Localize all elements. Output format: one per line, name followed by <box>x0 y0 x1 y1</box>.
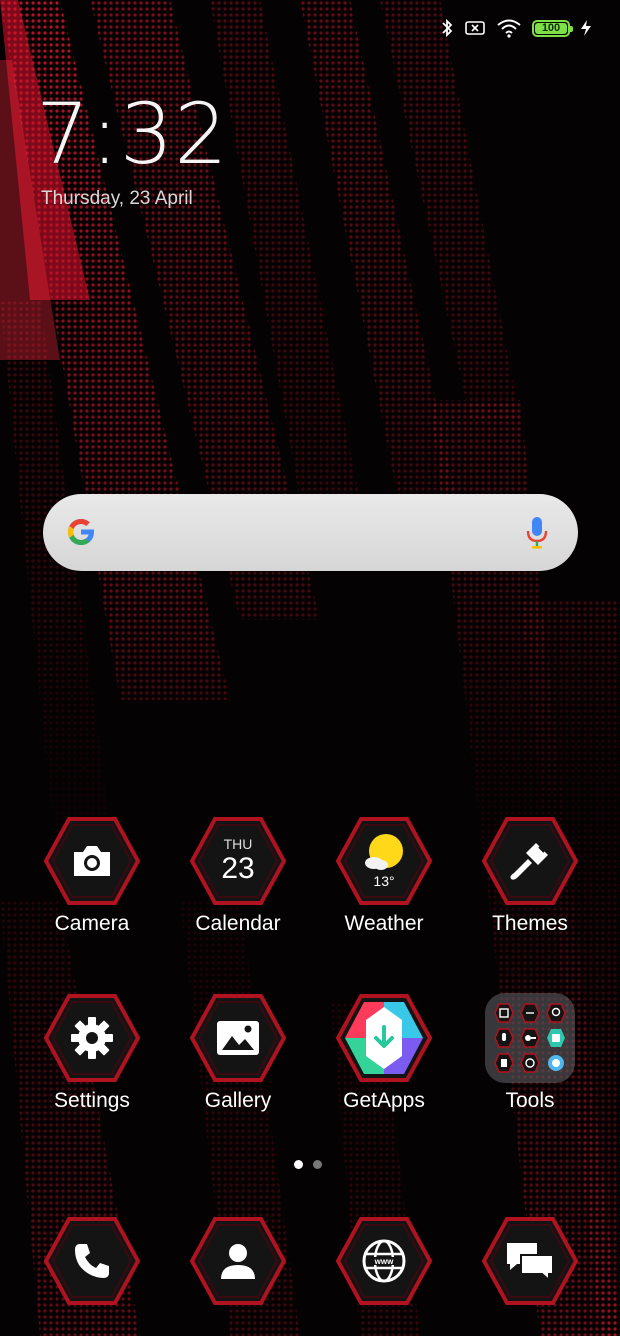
paintbrush-icon <box>482 816 578 906</box>
battery-level: 100 <box>541 21 561 34</box>
charging-icon <box>580 19 592 37</box>
gallery-image-icon <box>190 993 286 1083</box>
google-g-icon <box>63 514 99 555</box>
clock-date[interactable]: Thursday, 23 April <box>41 188 193 210</box>
recorder-icon <box>494 1028 514 1048</box>
contact-person-icon <box>190 1216 286 1306</box>
app-settings[interactable]: Settings <box>22 993 162 1113</box>
app-icon <box>547 1029 565 1047</box>
mic-icon[interactable] <box>526 515 548 556</box>
app-themes[interactable]: Themes <box>460 816 600 936</box>
app-weather[interactable]: 13° Weather <box>314 816 454 936</box>
messages-chat-icon <box>482 1216 578 1306</box>
page-dot <box>313 1160 322 1169</box>
svg-text:www: www <box>374 1257 394 1266</box>
app-label: Weather <box>344 912 424 935</box>
bluetooth-icon <box>440 18 454 38</box>
cleaner-icon <box>548 1055 564 1071</box>
folder-label: Tools <box>505 1089 555 1112</box>
gear-icon <box>44 993 140 1083</box>
camera-icon <box>44 816 140 906</box>
scanner-icon <box>494 1003 514 1023</box>
clock-time[interactable]: 7:32 <box>36 88 229 180</box>
wifi-icon <box>496 18 522 38</box>
app-label: GetApps <box>343 1089 425 1112</box>
app-label: Calendar <box>195 912 281 935</box>
calendar-day-number: 23 <box>221 852 255 885</box>
bulb-icon <box>546 1003 566 1023</box>
browser-globe-icon: www <box>336 1216 432 1306</box>
app-label: Gallery <box>204 1089 272 1112</box>
app-calendar[interactable]: THU 23 Calendar <box>168 816 308 936</box>
status-bar: 100 <box>440 14 592 42</box>
app-getapps[interactable]: GetApps <box>314 993 454 1113</box>
weather-sun-cloud-icon: 13° <box>336 816 432 906</box>
dock-messages[interactable] <box>460 1216 600 1306</box>
app-label: Camera <box>54 912 130 935</box>
compass-icon <box>520 1003 540 1023</box>
phone-icon <box>44 1216 140 1306</box>
page-dot-active <box>294 1160 303 1169</box>
toggle-icon <box>520 1028 540 1048</box>
battery-icon: 100 <box>532 19 573 37</box>
app-camera[interactable]: Camera <box>22 816 162 936</box>
folder-tools[interactable]: Tools <box>460 993 600 1113</box>
clock-icon <box>520 1053 540 1073</box>
dock-browser[interactable]: www <box>314 1216 454 1306</box>
page-indicator <box>294 1160 322 1169</box>
weather-temp: 13° <box>373 873 395 889</box>
notes-icon <box>494 1053 514 1073</box>
app-gallery[interactable]: Gallery <box>168 993 308 1113</box>
getapps-download-icon <box>336 993 432 1083</box>
google-search-bar[interactable] <box>43 494 578 571</box>
calendar-icon: THU 23 <box>190 816 286 906</box>
app-label: Settings <box>54 1089 130 1112</box>
dock-phone[interactable] <box>22 1216 162 1306</box>
dock-contacts[interactable] <box>168 1216 308 1306</box>
folder-preview <box>485 993 575 1083</box>
calendar-day-name: THU <box>223 836 253 852</box>
no-sim-icon <box>464 19 486 37</box>
app-label: Themes <box>492 912 568 935</box>
